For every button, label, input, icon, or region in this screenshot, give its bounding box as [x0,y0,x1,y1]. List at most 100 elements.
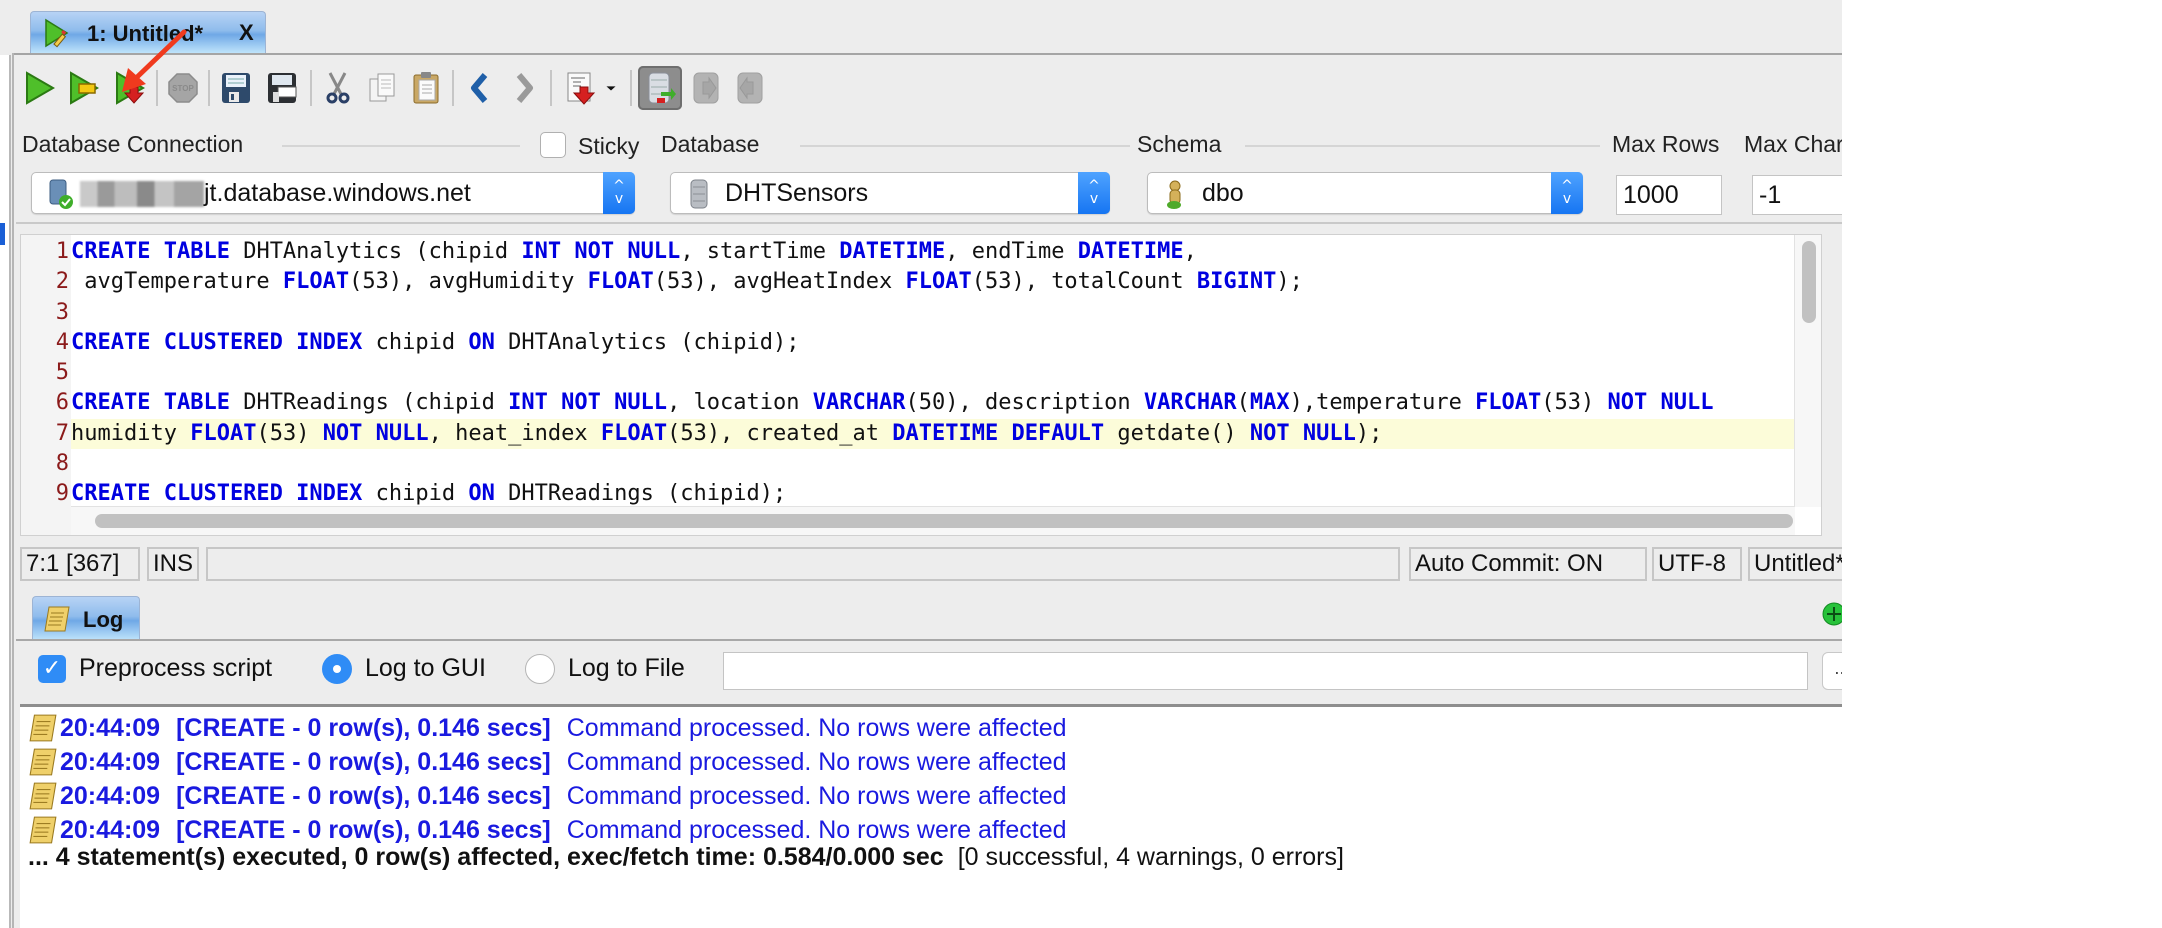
log-notepad-icon [44,606,70,632]
horizontal-scrollbar[interactable] [71,506,1795,535]
vertical-scrollbar[interactable] [1794,235,1821,507]
code-line[interactable]: 2 avgTemperature FLOAT(53), avgHumidity … [21,267,1821,298]
line-number: 1 [21,237,71,268]
db-refresh-icon [648,72,676,104]
db-commit-icon [693,72,719,104]
database-icon [690,179,708,209]
code-line[interactable]: 7humidity FLOAT(53) NOT NULL, heat_index… [21,418,1821,450]
tab-close-button[interactable]: X [239,20,254,46]
sql-text: (53), avgHeatIndex [653,269,906,295]
execute-export-button[interactable] [110,66,150,110]
scrollbar-thumb[interactable] [1802,241,1816,323]
tab-log[interactable]: Log [32,596,140,640]
log-timestamp: 20:44:09 [60,747,161,776]
auto-commit-status[interactable]: Auto Commit: ON [1409,547,1647,581]
sql-text: (53), avgHumidity [349,269,588,295]
log-file-path-input[interactable] [723,652,1808,690]
caret-down-icon [606,86,616,91]
log-entry[interactable]: 20:44:09 [CREATE - 0 row(s), 0.146 secs] C… [28,747,1067,777]
preprocess-script-checkbox[interactable]: ✓ [38,655,66,683]
log-entry[interactable]: 20:44:09 [CREATE - 0 row(s), 0.146 secs] C… [28,781,1067,811]
auto-commit-toggle-button[interactable] [638,66,682,110]
stop-button[interactable]: STOP [163,66,203,110]
log-statement-info: [CREATE - 0 row(s), 0.146 secs] [176,713,551,742]
schema-select[interactable]: dbo ^ v [1147,172,1583,214]
log-entry[interactable]: 20:44:09 [CREATE - 0 row(s), 0.146 secs] C… [28,713,1067,743]
max-rows-input[interactable]: 1000 [1616,175,1722,215]
export-button[interactable] [560,66,600,110]
code-line[interactable]: 1CREATE TABLE DHTAnalytics (chipid INT N… [21,237,1821,268]
sql-keyword: MAX [1249,390,1290,416]
log-to-file-radio[interactable] [525,654,555,684]
code-line[interactable]: 8 [21,449,1821,480]
sql-keyword: CREATE CLUSTERED INDEX [71,481,363,507]
sql-text: , location [667,390,813,416]
scrollbar-thumb[interactable] [95,514,1793,528]
sql-editor-window: 1: Untitled* X STOP Database Connection … [0,0,1842,928]
max-chars-label: Max Chars [1744,131,1842,157]
sticky-checkbox[interactable] [540,132,566,158]
browse-button[interactable]: ... [1822,652,1842,690]
database-select[interactable]: DHTSensors ^ v [670,172,1110,214]
code-line[interactable]: 4CREATE CLUSTERED INDEX chipid ON DHTAna… [21,327,1821,359]
schema-value: dbo [1202,179,1244,207]
log-message: Command processed. No rows were affected [566,747,1067,776]
execute-button[interactable] [20,66,60,110]
copy-button[interactable] [362,66,402,110]
line-number: 2 [21,267,71,298]
sql-text: , heat_index [428,420,601,446]
forward-button[interactable] [504,66,544,110]
save-button[interactable] [216,66,256,110]
paste-button[interactable] [406,66,446,110]
sql-keyword: FLOAT [905,269,972,295]
log-to-file-label: Log to File [568,654,685,682]
connection-server-icon [49,179,73,209]
log-message: Command processed. No rows were affected [566,713,1067,742]
code-line[interactable]: 6CREATE TABLE DHTReadings (chipid INT NO… [21,388,1821,419]
log-notepad-icon [29,748,57,776]
database-connection-select[interactable]: jt.database.windows.net ^ v [31,172,635,214]
execution-summary: ... 4 statement(s) executed, 0 row(s) af… [28,843,1344,872]
rollback-button[interactable] [730,66,770,110]
add-tab-icon[interactable] [1822,602,1842,626]
log-entry[interactable]: 20:44:09 [CREATE - 0 row(s), 0.146 secs] C… [28,815,1067,845]
svg-text:STOP: STOP [172,84,194,93]
cut-button[interactable] [318,66,358,110]
sql-editor[interactable]: 1CREATE TABLE DHTAnalytics (chipid INT N… [20,234,1822,536]
summary-counts: [0 successful, 4 warnings, 0 errors] [957,843,1344,871]
code-content[interactable]: 1CREATE TABLE DHTAnalytics (chipid INT N… [21,237,1821,510]
log-output[interactable]: 20:44:09 [CREATE - 0 row(s), 0.146 secs] C… [20,704,1842,928]
insert-mode-status: INS [147,547,199,581]
export-dropdown-button[interactable] [600,66,622,110]
tab-untitled[interactable]: 1: Untitled* X [30,11,266,53]
max-rows-label: Max Rows [1612,131,1720,157]
export-doc-icon [567,72,596,105]
sql-text: (50), description [905,390,1144,416]
sql-keyword: VARCHAR [812,390,906,416]
log-message: Command processed. No rows were affected [566,815,1067,844]
save-icon [222,73,250,103]
save-as-button[interactable] [262,66,302,110]
sql-text: (53), created_at [667,420,893,446]
sql-keyword: CREATE CLUSTERED INDEX [71,329,363,355]
log-to-gui-radio[interactable] [322,654,352,684]
line-number: 9 [21,479,71,510]
log-to-gui-label: Log to GUI [365,654,486,682]
copy-icon [369,73,395,102]
code-line[interactable]: 3 [21,297,1821,328]
execute-current-button[interactable] [64,66,104,110]
line-number: 4 [21,327,71,359]
max-chars-input[interactable]: -1 [1752,175,1842,215]
sql-keyword: NOT NULL [322,420,429,446]
sql-keyword: FLOAT [600,420,668,446]
sql-keyword: DATETIME [1077,239,1184,264]
sticky-label: Sticky [578,133,640,159]
back-button[interactable] [460,66,500,110]
sql-text: DHTAnalytics (chipid); [494,329,800,355]
sql-keyword: INT NOT NULL [508,390,668,416]
commit-button[interactable] [686,66,726,110]
code-line[interactable]: 5 [21,358,1821,389]
panel-border [12,53,14,928]
sql-text: , startTime [680,239,840,264]
sql-text: DHTReadings (chipid [229,390,509,416]
